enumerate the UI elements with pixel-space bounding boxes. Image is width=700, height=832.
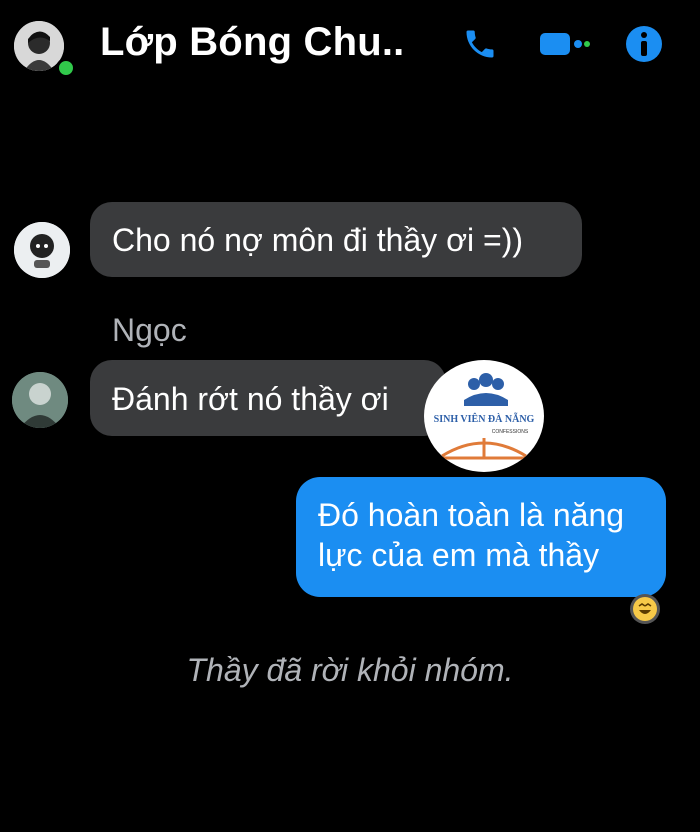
online-status-dot	[56, 58, 76, 78]
message-bubble[interactable]: Đánh rớt nó thầy ơi	[90, 360, 446, 436]
sender-name: Ngọc	[112, 312, 187, 348]
cartoon-avatar-image	[14, 222, 70, 278]
watermark-subtitle: CONFESSIONS	[492, 429, 529, 435]
sender-avatar[interactable]	[12, 372, 68, 428]
message-line: Đó hoàn toàn là năng	[318, 497, 625, 533]
watermark-logo: SINH VIÊN ĐÀ NẴNG CONFESSIONS	[424, 360, 544, 472]
own-message-bubble[interactable]: Đó hoàn toàn là năng lực của em mà thầy	[296, 477, 666, 597]
info-icon[interactable]	[624, 24, 666, 64]
sender-avatar-image	[12, 372, 68, 428]
phone-icon[interactable]	[462, 24, 502, 64]
video-camera-icon[interactable]	[540, 24, 590, 64]
message-line: lực của em mà thầy	[318, 537, 600, 573]
system-message: Thầy đã rời khỏi nhóm.	[186, 652, 514, 688]
watermark-title: SINH VIÊN ĐÀ NẴNG	[434, 412, 535, 425]
sender-avatar[interactable]	[14, 222, 70, 278]
laughing-emoji-icon	[630, 594, 660, 624]
chat-title[interactable]: Lớp Bóng Chu..	[100, 20, 405, 65]
chat-header: Lớp Bóng Chu..	[0, 0, 700, 92]
message-bubble[interactable]: Cho nó nợ môn đi thầy ơi =))	[90, 202, 582, 277]
